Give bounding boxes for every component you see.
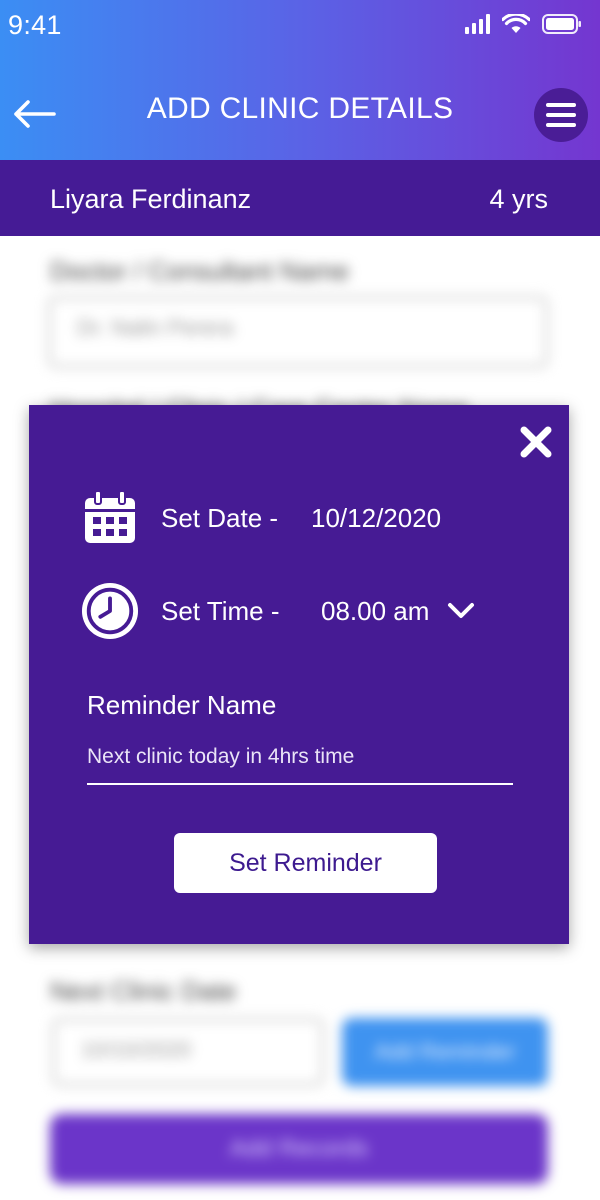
status-time: 9:41 <box>8 10 62 40</box>
set-date-value: 10/12/2020 <box>311 502 442 533</box>
menu-button[interactable] <box>534 88 588 142</box>
set-reminder-modal: Set Date - 10/12/2020 Set Time - 08.00 a… <box>29 405 569 944</box>
wifi-icon <box>502 14 530 34</box>
reminder-name-input[interactable] <box>87 731 513 785</box>
next-clinic-date-input[interactable]: 10/10/2020 <box>52 1018 324 1086</box>
set-time-value: 08.00 am <box>321 595 430 626</box>
status-icons <box>465 14 582 34</box>
set-date-label: Set Date - <box>161 502 279 533</box>
patient-bar: Liyara Ferdinanz 4 yrs <box>0 160 600 236</box>
signal-icon <box>465 14 490 34</box>
status-bar: 9:41 <box>0 0 600 50</box>
patient-age: 4 yrs <box>489 184 548 214</box>
hamburger-menu-icon <box>546 103 576 127</box>
doctor-name-label: Doctor / Consultant Name <box>50 256 350 286</box>
add-reminder-button[interactable]: Add Reminder <box>342 1018 548 1086</box>
patient-name: Liyara Ferdinanz <box>50 184 252 214</box>
add-records-button[interactable]: Add Records <box>50 1114 548 1184</box>
next-clinic-date-label: Next Clinic Date <box>50 976 237 1006</box>
battery-icon <box>542 14 582 34</box>
page-title: ADD CLINIC DETAILS <box>146 92 454 125</box>
chevron-down-icon[interactable] <box>447 602 475 620</box>
set-time-row[interactable]: Set Time - 08.00 am <box>81 582 475 640</box>
set-time-label: Set Time - <box>161 595 280 626</box>
close-icon <box>520 426 552 458</box>
calendar-icon <box>81 489 139 547</box>
doctor-name-input[interactable]: Dr. Nalin Perera <box>48 296 548 368</box>
set-reminder-button[interactable]: Set Reminder <box>174 833 437 893</box>
doctor-name-value: Dr. Nalin Perera <box>77 315 234 340</box>
next-clinic-date-value: 10/10/2020 <box>81 1037 192 1062</box>
set-date-row[interactable]: Set Date - 10/12/2020 <box>81 489 441 547</box>
close-button[interactable] <box>517 423 555 461</box>
reminder-name-label: Reminder Name <box>87 690 277 720</box>
clock-icon <box>81 582 139 640</box>
app-header: 9:41 ADD CLINIC DETAILS <box>0 0 600 160</box>
